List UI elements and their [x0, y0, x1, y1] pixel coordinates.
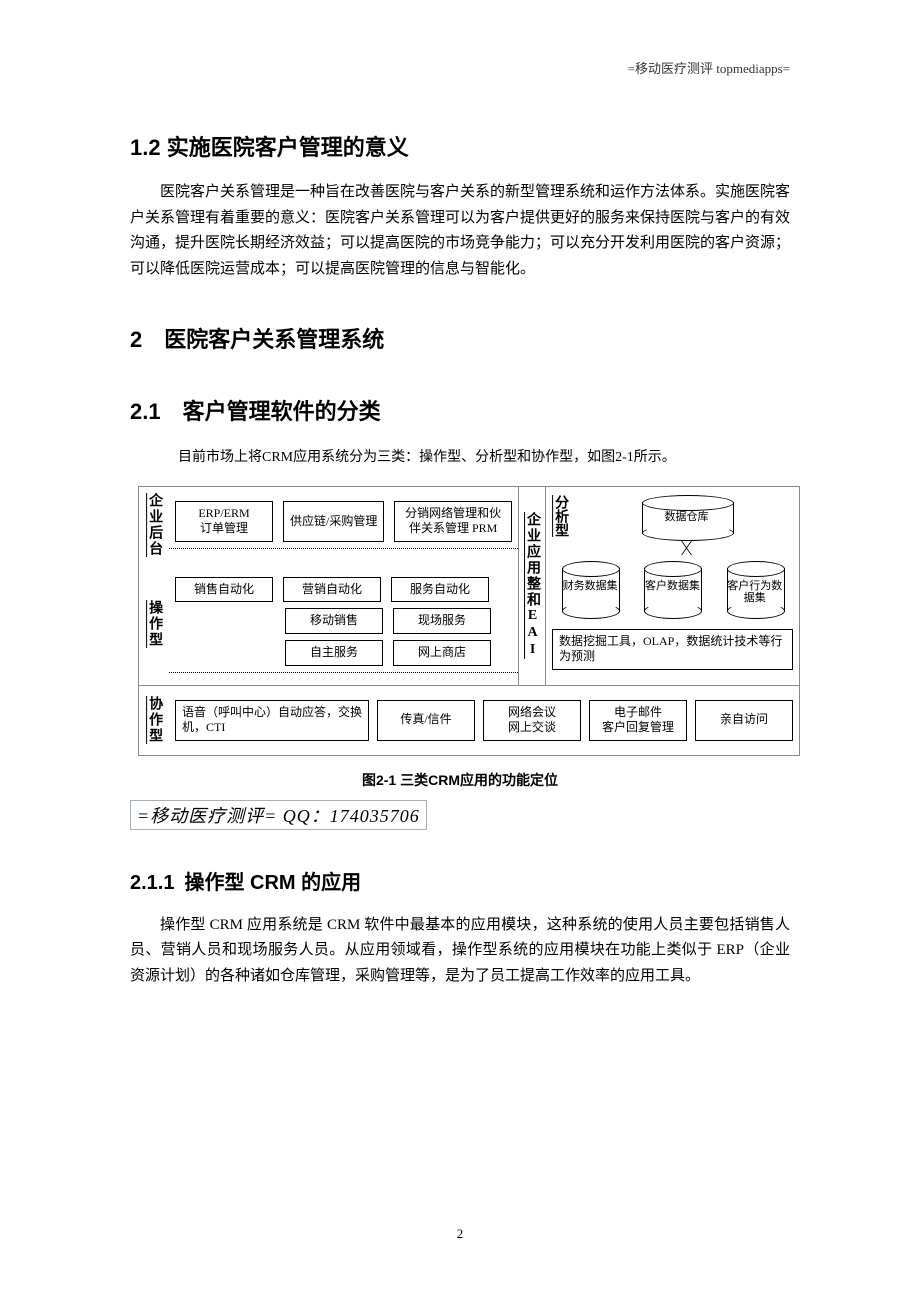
box-erp: ERP/ERM 订单管理: [175, 501, 273, 542]
box-mobile-sales: 移动销售: [285, 608, 383, 634]
cylinder-warehouse-label: 数据仓库: [642, 511, 732, 524]
cylinder-warehouse: 数据仓库: [642, 495, 732, 541]
box-online-store: 网上商店: [393, 640, 491, 666]
cylinder-behavior: 客户行为数据集: [727, 561, 783, 619]
heading-2: 2 医院客户关系管理系统: [130, 322, 790, 354]
side-label-analytic: 分析型: [552, 495, 568, 537]
paragraph-1-2: 医院客户关系管理是一种旨在改善医院与客户关系的新型管理系统和运作方法体系。实施医…: [130, 180, 790, 282]
page-number: 2: [0, 1226, 920, 1242]
page-header: =移动医疗测评 topmediapps=: [628, 58, 790, 77]
box-voice-cti: 语音（呼叫中心）自动应答，交换机，CTI: [175, 700, 369, 741]
paragraph-2-1-1: 操作型 CRM 应用系统是 CRM 软件中最基本的应用模块，这种系统的使用人员主…: [130, 913, 790, 990]
box-sales-auto: 销售自动化: [175, 577, 273, 603]
paragraph-2-1-intro: 目前市场上将CRM应用系统分为三类：操作型、分析型和协作型，如图2-1所示。: [178, 446, 790, 470]
box-supply: 供应链/采购管理: [283, 501, 384, 542]
box-visit: 亲自访问: [695, 700, 793, 741]
cylinder-customer-label: 客户数据集: [644, 580, 700, 593]
side-label-backend: 企业后台: [139, 487, 169, 563]
cylinder-customer: 客户数据集: [644, 561, 700, 619]
box-email: 电子邮件 客户回复管理: [589, 700, 687, 741]
figure-2-1-diagram: 企业后台 ERP/ERM 订单管理 供应链/采购管理 分销网络管理和伙伴关系管理…: [138, 486, 800, 756]
box-self-service: 自主服务: [285, 640, 383, 666]
heading-2-1-1: 2.1.1 操作型 CRM 的应用: [130, 866, 790, 895]
box-olap-tools: 数据挖掘工具，OLAP，数据统计技术等行为预测: [552, 629, 793, 670]
cylinder-finance: 财务数据集: [562, 561, 618, 619]
cylinder-behavior-label: 客户行为数据集: [727, 580, 783, 605]
side-label-operational: 操作型: [139, 563, 169, 685]
box-field-service: 现场服务: [393, 608, 491, 634]
box-marketing-auto: 营销自动化: [283, 577, 381, 603]
heading-2-1: 2.1 客户管理软件的分类: [130, 394, 790, 426]
box-netmeeting: 网络会议 网上交谈: [483, 700, 581, 741]
side-label-collaborative: 协作型: [139, 686, 169, 755]
figure-caption: 图2-1 三类CRM应用的功能定位: [130, 770, 790, 790]
watermark-qq: =移动医疗测评= QQ：174035706: [130, 800, 427, 830]
cylinder-finance-label: 财务数据集: [562, 580, 618, 593]
box-service-auto: 服务自动化: [391, 577, 489, 603]
box-prm: 分销网络管理和伙伴关系管理 PRM: [394, 501, 512, 542]
heading-1-2: 1.2 实施医院客户管理的意义: [130, 130, 790, 162]
side-label-eai: 企业应用整和EAI: [518, 487, 545, 685]
box-fax: 传真/信件: [377, 700, 475, 741]
